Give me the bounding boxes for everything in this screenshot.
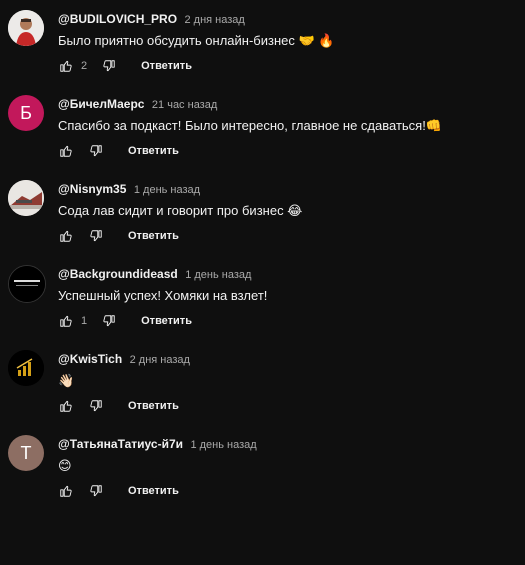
thumbs-down-icon[interactable]	[88, 228, 104, 244]
comment-actions: Ответить	[58, 143, 179, 159]
comment-actions: Ответить	[58, 483, 179, 499]
comment: @Backgroundideasd 1 день назад Успешный …	[0, 255, 525, 339]
thumbs-up-icon[interactable]	[58, 58, 74, 74]
comment-text: 😊	[58, 458, 72, 473]
thumbs-up-icon[interactable]	[58, 228, 74, 244]
reply-button[interactable]: Ответить	[141, 60, 192, 72]
like-count: 1	[81, 315, 88, 327]
avatar[interactable]	[8, 265, 46, 303]
comment: @Nisnym35 1 день назад Сода лав сидит и …	[0, 170, 525, 254]
avatar[interactable]	[8, 350, 44, 386]
comment-text: Успешный успех! Хомяки на взлет!	[58, 288, 268, 303]
avatar[interactable]: Б	[8, 95, 44, 131]
reply-button[interactable]: Ответить	[141, 315, 192, 327]
comment: @KwisTich 2 дня назад 👋🏻 Ответить	[0, 340, 525, 424]
comment-text: Было приятно обсудить онлайн-бизнес 🤝 🔥	[58, 33, 335, 48]
comment-header: @KwisTich 2 дня назад	[58, 351, 190, 367]
avatar-letter: Б	[20, 102, 32, 123]
thumbs-up-icon[interactable]	[58, 143, 74, 159]
thumbs-up-icon[interactable]	[58, 398, 74, 414]
comment-time[interactable]: 1 день назад	[134, 184, 200, 196]
author-name[interactable]: @ТатьянаТатиус-й7и	[58, 437, 183, 451]
thumbs-down-icon[interactable]	[101, 58, 117, 74]
avatar-letter: Т	[20, 442, 32, 463]
comment-text: Сода лав сидит и говорит про бизнес 😂	[58, 203, 303, 218]
comment-time[interactable]: 2 дня назад	[130, 354, 190, 366]
comment-time[interactable]: 1 день назад	[185, 269, 251, 281]
reply-button[interactable]: Ответить	[128, 485, 179, 497]
thumbs-down-icon[interactable]	[101, 313, 117, 329]
comment-time[interactable]: 21 час назад	[152, 99, 217, 111]
comment-actions: Ответить	[58, 398, 179, 414]
comment: Т @ТатьянаТатиус-й7и 1 день назад 😊 Отве…	[0, 425, 525, 509]
author-name[interactable]: @BUDILOVICH_PRO	[58, 12, 177, 26]
logo-icon	[9, 266, 45, 302]
reply-button[interactable]: Ответить	[128, 145, 179, 157]
comment-actions: 2 Ответить	[58, 58, 192, 74]
reply-button[interactable]: Ответить	[128, 400, 179, 412]
comment-header: @БичелМаерс 21 час назад	[58, 96, 217, 112]
comment-header: @ТатьянаТатиус-й7и 1 день назад	[58, 436, 257, 452]
bar-chart-icon	[8, 350, 44, 386]
avatar[interactable]	[8, 10, 44, 46]
thumbs-down-icon[interactable]	[88, 398, 104, 414]
comment-actions: 1 Ответить	[58, 313, 192, 329]
author-name[interactable]: @KwisTich	[58, 352, 122, 366]
author-name[interactable]: @Nisnym35	[58, 182, 126, 196]
avatar-photo-icon	[8, 10, 44, 46]
comment-time[interactable]: 1 день назад	[190, 439, 256, 451]
avatar-photo-icon	[8, 180, 44, 216]
comment-text: Спасибо за подкаст! Было интересно, глав…	[58, 118, 443, 133]
comment: Б @БичелМаерс 21 час назад Спасибо за по…	[0, 85, 525, 169]
comment-time[interactable]: 2 дня назад	[185, 14, 245, 26]
comment-actions: Ответить	[58, 228, 179, 244]
thumbs-down-icon[interactable]	[88, 143, 104, 159]
comment-header: @BUDILOVICH_PRO 2 дня назад	[58, 11, 245, 27]
author-name[interactable]: @Backgroundideasd	[58, 267, 178, 281]
comment-text: 👋🏻	[58, 373, 75, 388]
comment-header: @Nisnym35 1 день назад	[58, 181, 200, 197]
comments-list: @BUDILOVICH_PRO 2 дня назад Было приятно…	[0, 0, 525, 565]
thumbs-up-icon[interactable]	[58, 483, 74, 499]
author-name[interactable]: @БичелМаерс	[58, 97, 144, 111]
thumbs-up-icon[interactable]	[58, 313, 74, 329]
thumbs-down-icon[interactable]	[88, 483, 104, 499]
reply-button[interactable]: Ответить	[128, 230, 179, 242]
comment-header: @Backgroundideasd 1 день назад	[58, 266, 251, 282]
avatar[interactable]: Т	[8, 435, 44, 471]
avatar[interactable]	[8, 180, 44, 216]
like-count: 2	[81, 60, 88, 72]
comment: @BUDILOVICH_PRO 2 дня назад Было приятно…	[0, 0, 525, 84]
